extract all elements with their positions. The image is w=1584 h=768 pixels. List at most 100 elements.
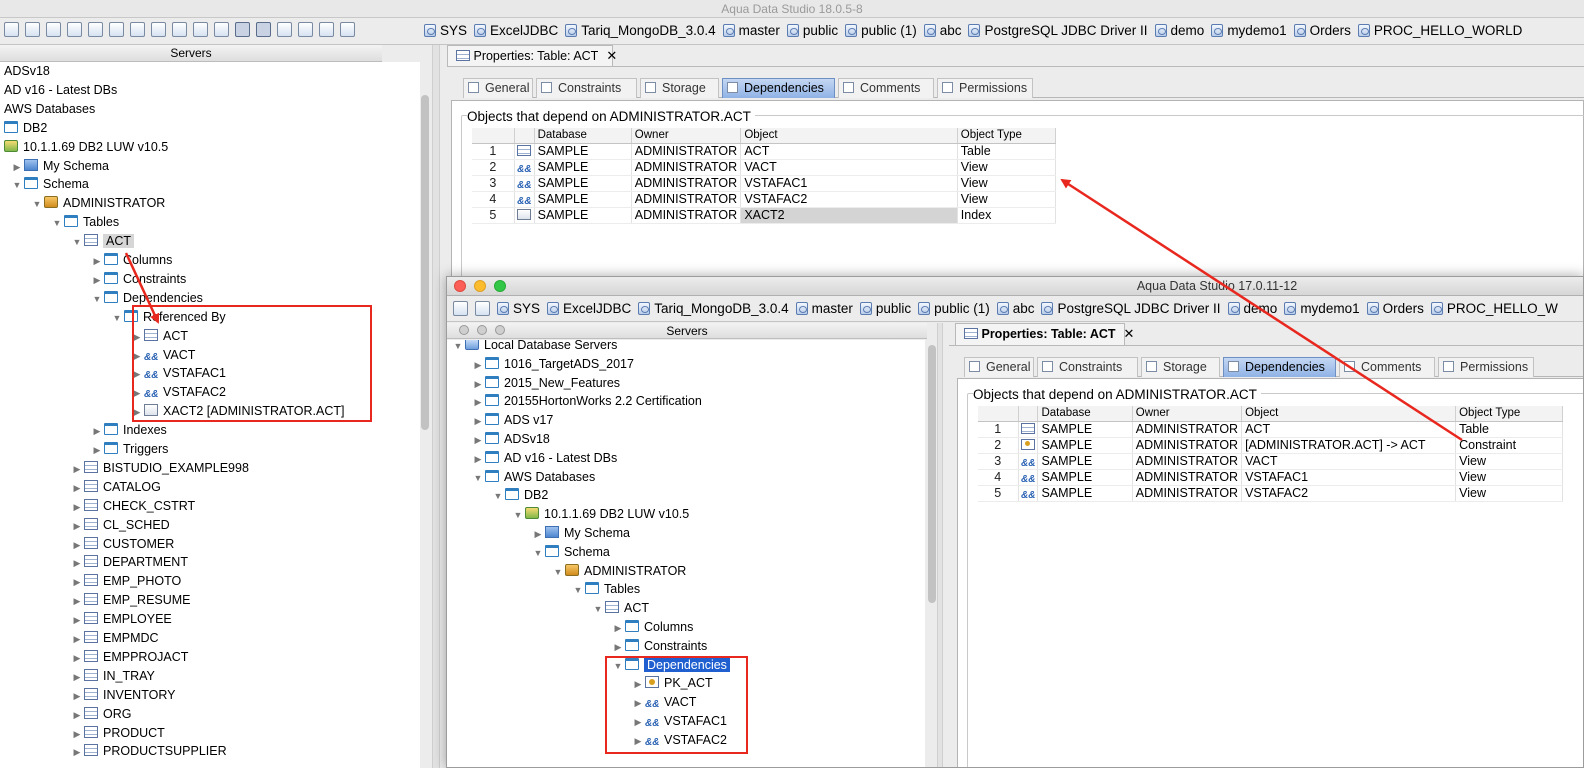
expanded-arrow-icon[interactable]: ▼ xyxy=(471,469,485,488)
tree-node[interactable]: ▶ DEPARTMENT xyxy=(70,553,188,572)
expanded-arrow-icon[interactable]: ▼ xyxy=(10,176,24,195)
connection-item[interactable]: Tariq_MongoDB_3.0.4 xyxy=(638,301,789,316)
schema-icon[interactable] xyxy=(172,22,187,38)
tree-node[interactable]: DB2 xyxy=(0,119,47,138)
column-header[interactable] xyxy=(472,128,515,144)
table-view-icon[interactable] xyxy=(256,22,271,38)
expanded-arrow-icon[interactable]: ▼ xyxy=(531,544,545,563)
subtab-dependencies[interactable]: Dependencies xyxy=(722,78,835,98)
column-header[interactable] xyxy=(514,128,535,144)
owner-cell[interactable]: ADMINISTRATOR xyxy=(631,175,742,192)
tree-node[interactable]: ▶ AD v16 - Latest DBs xyxy=(471,449,617,468)
dependents-table[interactable]: Database Owner Object Object Type 1 SAMPLE ADM… xyxy=(472,128,1057,224)
tree-node[interactable]: ▶ EMPMDC xyxy=(70,629,159,648)
search-icon[interactable] xyxy=(88,22,103,38)
collapsed-arrow-icon[interactable]: ▶ xyxy=(90,422,104,441)
tree-node[interactable]: ADSv18 xyxy=(0,62,50,81)
tree-node[interactable]: ▶ 2015_New_Features xyxy=(471,374,620,393)
tree-node[interactable]: ▼10.1.1.69 DB2 LUW v10.5 xyxy=(511,505,689,524)
tree-node[interactable]: ▶ PRODUCTSUPPLIER xyxy=(70,742,227,761)
connection-item[interactable]: master xyxy=(795,301,853,316)
edit-server-icon[interactable] xyxy=(25,22,40,38)
expanded-arrow-icon[interactable]: ▼ xyxy=(451,340,465,356)
owner-cell[interactable]: ADMINISTRATOR xyxy=(631,159,742,176)
object-cell[interactable]: VSTAFAC2 xyxy=(740,191,958,208)
collapsed-arrow-icon[interactable]: ▶ xyxy=(70,687,84,706)
connection-item[interactable]: demo xyxy=(1154,23,1204,38)
object-type-cell[interactable]: View xyxy=(1455,469,1563,486)
tree-node[interactable]: ▶ Constraints xyxy=(90,270,186,289)
layout-icon[interactable] xyxy=(214,22,229,38)
collapsed-arrow-icon[interactable]: ▶ xyxy=(70,611,84,630)
collapsed-arrow-icon[interactable]: ▶ xyxy=(471,450,485,469)
tree-scrollbar[interactable] xyxy=(421,95,429,430)
expanded-arrow-icon[interactable]: ▼ xyxy=(110,309,124,328)
subtab-comments[interactable]: Comments xyxy=(1339,357,1435,377)
collapsed-arrow-icon[interactable]: ▶ xyxy=(611,619,625,638)
object-cell[interactable]: XACT2 xyxy=(740,207,958,224)
owner-cell[interactable]: ADMINISTRATOR xyxy=(631,143,742,160)
connection-item[interactable]: PostgreSQL JDBC Driver II xyxy=(968,23,1148,38)
collapsed-arrow-icon[interactable]: ▶ xyxy=(70,649,84,668)
object-type-cell[interactable]: View xyxy=(957,191,1057,208)
tree-node[interactable]: ▶ ADS v17 xyxy=(471,411,553,430)
tree-node[interactable]: ▶ EMPPROJACT xyxy=(70,648,188,667)
connection-item[interactable]: public xyxy=(786,23,838,38)
column-header[interactable] xyxy=(1018,406,1039,422)
collapsed-arrow-icon[interactable]: ▶ xyxy=(471,356,485,375)
tree-node[interactable]: ▼10.1.1.69 DB2 LUW v10.5 xyxy=(0,138,168,157)
connect-icon[interactable] xyxy=(453,301,468,316)
subtab-constraints[interactable]: Constraints xyxy=(536,78,637,98)
object-cell[interactable]: VACT xyxy=(1241,453,1457,470)
second-properties-tab[interactable]: Properties: Table: ACT ✕ xyxy=(955,323,1134,345)
tree-node[interactable]: ▶ EMP_PHOTO xyxy=(70,572,181,591)
connect-icon[interactable] xyxy=(4,22,19,38)
owner-cell[interactable]: ADMINISTRATOR xyxy=(1132,469,1243,486)
document-icon[interactable] xyxy=(130,22,145,38)
connection-item[interactable]: PostgreSQL JDBC Driver II xyxy=(1041,301,1221,316)
close-icon[interactable]: ✕ xyxy=(606,48,617,63)
collapsed-arrow-icon[interactable]: ▶ xyxy=(70,554,84,573)
object-type-cell[interactable]: Index xyxy=(957,207,1057,224)
tree-node[interactable]: ▶ CL_SCHED xyxy=(70,516,170,535)
subtab-permissions[interactable]: Permissions xyxy=(1438,357,1534,377)
owner-cell[interactable]: ADMINISTRATOR xyxy=(631,207,742,224)
connection-item[interactable]: ExcelJDBC xyxy=(474,23,558,38)
tree-node[interactable]: ▼ Schema xyxy=(10,175,89,194)
collapsed-arrow-icon[interactable]: ▶ xyxy=(70,573,84,592)
tree-node[interactable]: ▶ Indexes xyxy=(90,421,167,440)
collapsed-arrow-icon[interactable]: ▶ xyxy=(70,460,84,479)
connection-item[interactable]: mydemo1 xyxy=(1284,301,1360,316)
collapsed-arrow-icon[interactable]: ▶ xyxy=(471,375,485,394)
tiles-icon[interactable] xyxy=(277,22,292,38)
table-row[interactable]: 3 SAMPLEADMINISTRATORVSTAFAC1View xyxy=(472,175,1057,192)
table-row[interactable]: 1 SAMPLE ADMINISTRATOR ACT Table xyxy=(978,421,1563,438)
collapsed-arrow-icon[interactable]: ▶ xyxy=(90,271,104,290)
tree-node[interactable]: ▼ ACT xyxy=(591,599,649,618)
properties-tab[interactable]: Properties: Table: ACT ✕ xyxy=(447,45,617,67)
connection-item[interactable]: abc xyxy=(996,301,1034,316)
collapsed-arrow-icon[interactable]: ▶ xyxy=(70,743,84,762)
second-tree-scrollbar[interactable] xyxy=(928,345,936,603)
grid-icon[interactable] xyxy=(193,22,208,38)
collapsed-arrow-icon[interactable]: ▶ xyxy=(471,431,485,450)
expanded-arrow-icon[interactable]: ▼ xyxy=(50,214,64,233)
collapsed-arrow-icon[interactable]: ▶ xyxy=(70,517,84,536)
connection-item[interactable]: Orders xyxy=(1366,301,1424,316)
subtab-dependencies[interactable]: Dependencies xyxy=(1223,357,1336,377)
tree-node[interactable]: ▼ ACT xyxy=(70,232,134,251)
column-header[interactable]: Object Type xyxy=(1455,406,1563,422)
collapsed-arrow-icon[interactable]: ▶ xyxy=(90,252,104,271)
compare-icon[interactable] xyxy=(319,22,334,38)
object-cell[interactable]: [ADMINISTRATOR.ACT] -> ACT xyxy=(1241,437,1457,454)
database-cell[interactable]: SAMPLE xyxy=(534,175,632,192)
tree-node[interactable]: ▶ EMPLOYEE xyxy=(70,610,172,629)
subtab-permissions[interactable]: Permissions xyxy=(937,78,1033,98)
connection-item[interactable]: mydemo1 xyxy=(1211,23,1287,38)
column-header[interactable]: Owner xyxy=(1132,406,1243,422)
collapsed-arrow-icon[interactable]: ▶ xyxy=(70,592,84,611)
table-row[interactable]: 3 SAMPLEADMINISTRATORVACTView xyxy=(978,453,1563,470)
tree-node[interactable]: ▶ CHECK_CSTRT xyxy=(70,497,195,516)
owner-cell[interactable]: ADMINISTRATOR xyxy=(1132,485,1243,502)
database-cell[interactable]: SAMPLE xyxy=(534,207,632,224)
